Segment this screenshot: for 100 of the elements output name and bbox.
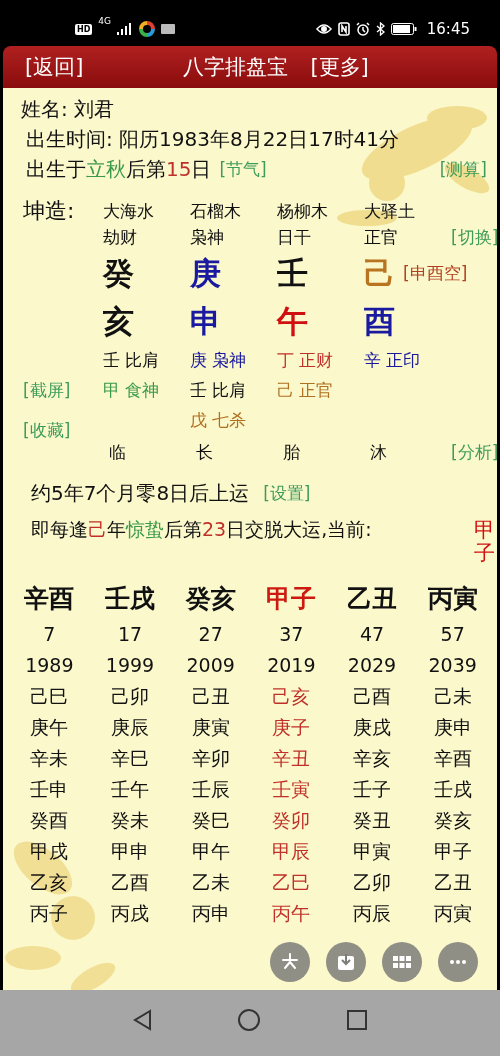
year-pillar: 丙子 — [30, 901, 69, 927]
year-pillar: 辛巳 — [111, 746, 149, 772]
earthly-branch: 亥 — [103, 302, 135, 341]
birth-time: 出生时间: 阳历1983年8月22日17时41分 — [25, 126, 401, 153]
year-pillar: 丙午 — [272, 901, 311, 927]
nayin-text: 石榴木 — [190, 199, 242, 223]
chart-label: 坤造: — [23, 197, 76, 225]
year-pillar: 癸巳 — [191, 808, 230, 834]
earthly-branch: 酉 — [364, 302, 396, 341]
year-pillar: 庚辰 — [111, 715, 149, 741]
year-pillar: 癸卯 — [272, 808, 311, 834]
year-pillar: 乙亥 — [30, 870, 69, 896]
luck-pillar[interactable]: 乙丑 — [347, 579, 397, 620]
alarm-icon — [355, 22, 370, 36]
age-text: 27 — [198, 622, 223, 648]
year-text: 1999 — [105, 653, 155, 679]
calc-link[interactable]: [测算] — [439, 154, 487, 184]
analyze-link[interactable]: [分析] — [451, 440, 497, 464]
year-pillar: 辛未 — [30, 746, 69, 772]
void-label: [申酉空] — [403, 261, 468, 285]
year-text: 2039 — [428, 653, 477, 679]
luck-rule-text: 即每逢己年惊蛰后第23 日交脱大运,当前: — [31, 517, 372, 542]
year-pillar: 己巳 — [30, 684, 69, 710]
solar-term-link[interactable]: [节气] — [219, 154, 267, 184]
heavenly-stem: 癸 — [103, 254, 135, 293]
year-pillar: 甲子 — [433, 839, 472, 865]
ten-god-text: 正官 — [364, 226, 399, 249]
year-text: 2009 — [186, 653, 235, 679]
settings-link[interactable]: [设置] — [263, 475, 311, 511]
year-pillar: 庚午 — [30, 715, 69, 741]
recent-apps-icon[interactable] — [346, 1009, 368, 1031]
growth-stage: 胎 — [282, 441, 301, 464]
year-pillar: 己未 — [433, 684, 472, 710]
hd-badge: HD — [75, 23, 93, 35]
year-pillar: 丙戌 — [111, 901, 149, 927]
hidden-stem-text: 辛 正印 — [364, 349, 422, 372]
hidden-stem-text: 丁 正财 — [277, 349, 335, 372]
grid-button[interactable] — [382, 942, 422, 982]
network-label: 4G — [98, 16, 112, 26]
app-title: 八字排盘宝 — [183, 54, 289, 81]
save-link[interactable]: [收藏] — [23, 419, 103, 442]
hidden-stem-text: 壬 比肩 — [190, 379, 248, 402]
year-pillar: 辛丑 — [272, 746, 311, 772]
clock-time: 16:45 — [426, 20, 470, 38]
luck-start-text: 约5年7个月零8日后上运 — [31, 480, 250, 507]
year-pillar: 壬午 — [111, 777, 149, 803]
home-icon[interactable] — [237, 1008, 261, 1032]
luck-pillar[interactable]: 甲子 — [266, 579, 317, 620]
download-icon — [336, 952, 356, 972]
current-luck-pillar: 甲子 — [474, 519, 495, 566]
download-button[interactable] — [326, 942, 366, 982]
switch-link[interactable]: [切换] — [451, 226, 497, 249]
year-pillar: 丙申 — [191, 901, 230, 927]
age-text: 37 — [279, 622, 304, 648]
back-icon[interactable] — [132, 1009, 152, 1031]
luck-pillar[interactable]: 癸亥 — [185, 579, 236, 620]
year-pillar: 癸酉 — [30, 808, 69, 834]
more-button[interactable] — [438, 942, 478, 982]
year-pillar: 乙卯 — [353, 870, 391, 896]
year-pillar: 丙寅 — [433, 901, 472, 927]
year-pillar: 甲午 — [191, 839, 230, 865]
year-pillar: 丙辰 — [353, 901, 391, 927]
year-pillar: 乙巳 — [272, 870, 311, 896]
bluetooth-icon — [375, 22, 385, 36]
year-pillar: 乙未 — [191, 870, 230, 896]
age-text: 17 — [117, 622, 143, 648]
luck-pillar[interactable]: 辛酉 — [24, 579, 75, 620]
name-label: 姓名: 刘君 — [21, 96, 116, 123]
year-pillar: 壬戌 — [433, 777, 472, 803]
nfc-icon — [337, 22, 350, 36]
solar-term-line: 出生于立秋后第15日 — [26, 156, 212, 183]
age-text: 7 — [43, 622, 56, 648]
luck-pillar[interactable]: 壬戌 — [105, 579, 155, 620]
heavenly-stem: 庚 — [190, 254, 222, 293]
eye-icon — [315, 23, 332, 35]
luck-pillar[interactable]: 丙寅 — [427, 579, 478, 620]
year-text: 2019 — [267, 653, 316, 679]
year-pillar: 甲戌 — [30, 839, 69, 865]
year-pillar: 癸亥 — [433, 808, 472, 834]
age-text: 47 — [359, 622, 385, 648]
back-link[interactable]: [返回] — [25, 53, 84, 81]
year-pillar: 己酉 — [353, 684, 391, 710]
year-pillar: 壬寅 — [272, 777, 311, 803]
growth-stage: 临 — [108, 441, 127, 464]
year-pillar: 己丑 — [191, 684, 230, 710]
year-pillar: 庚子 — [272, 715, 311, 741]
year-pillar: 甲申 — [111, 839, 149, 865]
hidden-stem-text: 己 正官 — [277, 379, 335, 402]
sparkle-icon — [280, 952, 300, 972]
sparkle-button[interactable] — [270, 942, 310, 982]
growth-stage: 长 — [195, 441, 214, 464]
ten-god-text: 枭神 — [190, 226, 225, 249]
year-text: 2029 — [347, 653, 397, 679]
growth-stage: 沐 — [369, 441, 388, 464]
more-icon — [450, 960, 466, 964]
notification-icon — [161, 24, 176, 34]
signal-icon — [117, 23, 134, 35]
nayin-text: 大驿土 — [364, 199, 416, 223]
screenshot-link[interactable]: [截屏] — [23, 378, 103, 402]
more-link[interactable]: [更多] — [310, 53, 369, 81]
